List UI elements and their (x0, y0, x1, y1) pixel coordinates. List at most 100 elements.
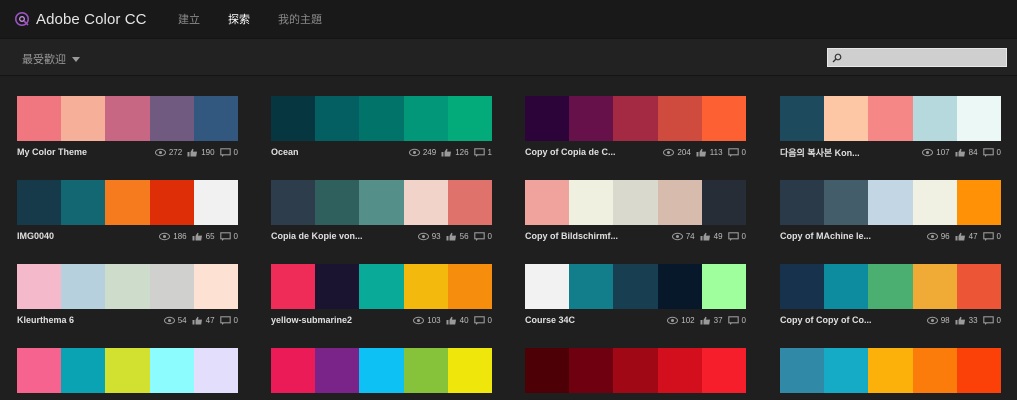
color-swatch[interactable] (525, 180, 570, 225)
color-swatch[interactable] (569, 96, 614, 141)
search-box[interactable] (827, 48, 1007, 67)
color-swatch[interactable] (193, 180, 239, 225)
color-swatch[interactable] (613, 96, 658, 141)
color-swatch[interactable] (525, 264, 570, 309)
color-swatches[interactable] (271, 264, 493, 309)
likes-stat[interactable]: 126 (441, 148, 469, 157)
color-swatch[interactable] (359, 264, 404, 309)
color-swatch[interactable] (149, 180, 194, 225)
theme-name[interactable]: Ocean (271, 147, 399, 157)
color-swatch[interactable] (61, 348, 106, 393)
nav-tab-my-themes[interactable]: 我的主題 (278, 11, 322, 27)
likes-stat[interactable]: 49 (700, 232, 723, 241)
likes-stat[interactable]: 33 (955, 316, 978, 325)
nav-tab-create[interactable]: 建立 (178, 11, 200, 27)
color-swatch[interactable] (193, 264, 239, 309)
color-swatch[interactable] (657, 348, 702, 393)
comments-stat[interactable]: 0 (727, 232, 746, 241)
app-logo[interactable]: Adobe Color CC (14, 11, 164, 28)
color-swatch[interactable] (657, 264, 702, 309)
theme-card[interactable] (17, 348, 239, 400)
theme-card[interactable] (780, 348, 1002, 400)
theme-card[interactable]: Course 34C 102 37 0 (525, 264, 747, 334)
color-swatch[interactable] (780, 348, 825, 393)
color-swatch[interactable] (613, 348, 658, 393)
theme-card[interactable] (271, 348, 493, 400)
color-swatch[interactable] (447, 348, 493, 393)
color-swatch[interactable] (105, 96, 150, 141)
likes-stat[interactable]: 37 (700, 316, 723, 325)
likes-stat[interactable]: 47 (192, 316, 215, 325)
comments-stat[interactable]: 0 (219, 316, 238, 325)
color-swatch[interactable] (912, 96, 957, 141)
color-swatch[interactable] (868, 180, 913, 225)
color-swatches[interactable] (17, 264, 239, 309)
nav-tab-explore[interactable]: 探索 (228, 11, 250, 27)
color-swatch[interactable] (701, 348, 747, 393)
color-swatch[interactable] (447, 96, 493, 141)
comments-stat[interactable]: 0 (219, 148, 238, 157)
color-swatches[interactable] (17, 180, 239, 225)
color-swatch[interactable] (569, 180, 614, 225)
color-swatch[interactable] (447, 180, 493, 225)
theme-card[interactable]: Copy of MAchine le... 96 47 0 (780, 180, 1002, 250)
color-swatch[interactable] (61, 264, 106, 309)
theme-name[interactable]: Copia de Kopie von... (271, 231, 399, 241)
theme-card[interactable]: Kleurthema 6 54 47 0 (17, 264, 239, 334)
color-swatch[interactable] (403, 96, 448, 141)
color-swatch[interactable] (17, 348, 62, 393)
theme-name[interactable]: Copy of MAchine le... (780, 231, 908, 241)
color-swatch[interactable] (403, 348, 448, 393)
color-swatch[interactable] (868, 348, 913, 393)
likes-stat[interactable]: 47 (955, 232, 978, 241)
comments-stat[interactable]: 1 (473, 148, 492, 157)
color-swatch[interactable] (359, 96, 404, 141)
color-swatch[interactable] (271, 348, 316, 393)
color-swatch[interactable] (315, 264, 360, 309)
color-swatches[interactable] (780, 180, 1002, 225)
color-swatch[interactable] (315, 348, 360, 393)
theme-card[interactable] (525, 348, 747, 400)
color-swatches[interactable] (271, 180, 493, 225)
theme-name[interactable]: IMG0040 (17, 231, 145, 241)
color-swatch[interactable] (17, 264, 62, 309)
theme-name[interactable]: 다음의 복사본 Kon... (780, 146, 908, 159)
color-swatches[interactable] (525, 348, 747, 393)
theme-card[interactable]: Copy of Bildschirmf... 74 49 0 (525, 180, 747, 250)
color-swatch[interactable] (403, 264, 448, 309)
color-swatches[interactable] (17, 348, 239, 393)
color-swatch[interactable] (824, 96, 869, 141)
color-swatch[interactable] (657, 96, 702, 141)
color-swatch[interactable] (17, 96, 62, 141)
color-swatch[interactable] (359, 348, 404, 393)
theme-card[interactable]: My Color Theme 272 190 0 (17, 96, 239, 166)
color-swatch[interactable] (912, 180, 957, 225)
color-swatch[interactable] (569, 348, 614, 393)
color-swatch[interactable] (912, 264, 957, 309)
theme-card[interactable]: yellow-submarine2 103 40 0 (271, 264, 493, 334)
color-swatch[interactable] (912, 348, 957, 393)
color-swatch[interactable] (105, 180, 150, 225)
color-swatch[interactable] (525, 348, 570, 393)
comments-stat[interactable]: 0 (473, 316, 492, 325)
comments-stat[interactable]: 0 (727, 316, 746, 325)
color-swatch[interactable] (780, 264, 825, 309)
color-swatch[interactable] (447, 264, 493, 309)
color-swatch[interactable] (271, 96, 316, 141)
comments-stat[interactable]: 0 (473, 232, 492, 241)
theme-card[interactable]: Copy of Copy of Co... 98 33 0 (780, 264, 1002, 334)
sort-dropdown[interactable]: 最受歡迎 (22, 51, 80, 67)
color-swatch[interactable] (193, 96, 239, 141)
color-swatch[interactable] (61, 96, 106, 141)
color-swatch[interactable] (271, 264, 316, 309)
theme-name[interactable]: Copy of Copia de C... (525, 147, 653, 157)
color-swatch[interactable] (824, 348, 869, 393)
color-swatch[interactable] (701, 264, 747, 309)
theme-card[interactable]: Copia de Kopie von... 93 56 0 (271, 180, 493, 250)
color-swatch[interactable] (359, 180, 404, 225)
color-swatch[interactable] (868, 264, 913, 309)
likes-stat[interactable]: 190 (187, 148, 215, 157)
color-swatches[interactable] (780, 96, 1002, 141)
color-swatch[interactable] (780, 96, 825, 141)
comments-stat[interactable]: 0 (982, 148, 1001, 157)
